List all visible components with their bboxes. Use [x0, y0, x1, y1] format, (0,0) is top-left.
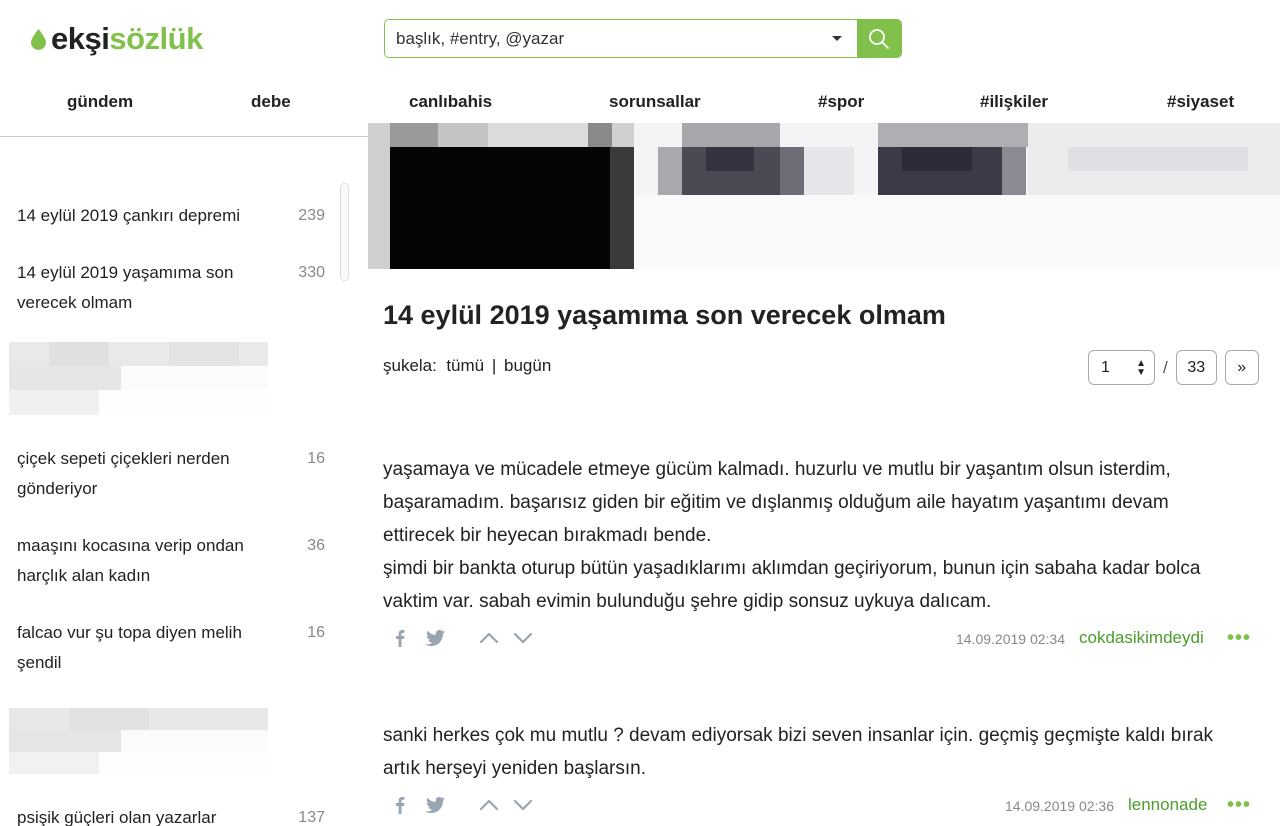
search-box — [384, 19, 902, 58]
search-button[interactable] — [857, 20, 901, 57]
sidebar-topic-count: 330 — [298, 264, 325, 281]
chevron-down-icon — [832, 35, 842, 41]
sidebar-topic-label: maaşını kocasına verip ondan harçlık ala… — [17, 536, 244, 585]
nav-item-siyaset[interactable]: #siyaset — [1167, 92, 1234, 112]
sidebar-topic-item[interactable]: çiçek sepeti çiçekleri nerden gönderiyor… — [17, 444, 337, 504]
top-navigation: gündem debe canlıbahis sorunsallar #spor… — [0, 92, 1280, 122]
topic-title[interactable]: 14 eylül 2019 yaşamıma son verecek olmam — [383, 300, 946, 331]
entry-date[interactable]: 14.09.2019 02:34 — [956, 631, 1065, 647]
downvote-icon[interactable] — [513, 799, 533, 811]
sidebar-topic-count: 239 — [298, 207, 325, 224]
entry-author[interactable]: lennonade — [1128, 795, 1207, 815]
current-page: 1 — [1101, 358, 1110, 376]
redacted-sidebar-item — [9, 342, 268, 415]
more-icon[interactable]: ••• — [1227, 627, 1251, 650]
sidebar-topic-item[interactable]: falcao vur şu topa diyen melih şendil 16 — [17, 618, 337, 678]
sidebar-topic-item[interactable]: 14 eylül 2019 yaşamıma son verecek olmam… — [17, 258, 337, 318]
entry-text: yaşamaya ve mücadele etmeye gücüm kalmad… — [383, 459, 1201, 612]
filter-today-link[interactable]: bugün — [504, 356, 551, 375]
nav-item-canlibahis[interactable]: canlıbahis — [409, 92, 492, 112]
last-page-button[interactable]: 33 — [1175, 350, 1217, 385]
entry-date[interactable]: 14.09.2019 02:36 — [1005, 798, 1114, 814]
nav-item-gundem[interactable]: gündem — [67, 92, 133, 112]
sukela-label: şukela: — [383, 356, 437, 375]
sidebar-topic-count: 36 — [307, 537, 325, 554]
pager-separator: / — [1163, 357, 1168, 377]
entry-content: yaşamaya ve mücadele etmeye gücüm kalmad… — [383, 453, 1243, 618]
upvote-icon[interactable] — [479, 799, 499, 811]
logo-text-eksi: ekşi — [51, 21, 110, 56]
drop-icon — [31, 29, 46, 50]
facebook-icon[interactable] — [395, 629, 405, 647]
nav-item-sorunsallar[interactable]: sorunsallar — [609, 92, 701, 112]
search-icon — [869, 28, 889, 49]
redacted-sidebar-item — [9, 708, 268, 774]
nav-item-iliskiler[interactable]: #ilişkiler — [980, 92, 1048, 112]
sidebar-scrollbar[interactable] — [340, 183, 349, 281]
sidebar-topic-label: 14 eylül 2019 çankırı depremi — [17, 206, 241, 225]
sidebar-topic-count: 16 — [307, 624, 325, 641]
logo[interactable]: ekşi sözlük — [30, 20, 203, 58]
entry-footer: 14.09.2019 02:36 lennonade ••• — [383, 794, 1255, 818]
facebook-icon[interactable] — [395, 796, 405, 814]
filter-all-link[interactable]: tümü — [446, 356, 484, 375]
more-icon[interactable]: ••• — [1227, 794, 1251, 817]
page-select[interactable]: 1 ▲ ▼ — [1088, 350, 1155, 385]
entry-content: sanki herkes çok mu mutlu ? devam ediyor… — [383, 719, 1243, 785]
sidebar-topic-label: psişik güçleri olan yazarlar — [17, 808, 217, 826]
search-options-dropdown[interactable] — [817, 20, 857, 57]
nav-item-debe[interactable]: debe — [251, 92, 291, 112]
entry-text: sanki herkes çok mu mutlu ? devam ediyor… — [383, 725, 1214, 779]
filter-separator: | — [491, 356, 497, 375]
pagination: 1 ▲ ▼ / 33 » — [1088, 350, 1259, 385]
sidebar-topic-item[interactable]: maaşını kocasına verip ondan harçlık ala… — [17, 531, 337, 591]
entry-author[interactable]: cokdasikimdeydi — [1079, 628, 1204, 648]
logo-text-sozluk: sözlük — [109, 21, 203, 56]
sidebar-topic-label: çiçek sepeti çiçekleri nerden gönderiyor — [17, 449, 230, 498]
entry-footer: 14.09.2019 02:34 cokdasikimdeydi ••• — [383, 627, 1255, 651]
nav-item-spor[interactable]: #spor — [818, 92, 864, 112]
advertisement-banner[interactable] — [368, 123, 1280, 269]
sidebar-topic-count: 16 — [307, 450, 325, 467]
sidebar-topic-count: 137 — [298, 809, 325, 826]
next-page-button[interactable]: » — [1224, 350, 1259, 385]
downvote-icon[interactable] — [513, 632, 533, 644]
sidebar-topic-label: falcao vur şu topa diyen melih şendil — [17, 623, 242, 672]
sukela-filter: şukela: tümü | bugün — [383, 356, 551, 376]
twitter-icon[interactable] — [425, 797, 445, 813]
sidebar-topic-item[interactable]: 14 eylül 2019 çankırı depremi 239 — [17, 201, 337, 231]
sidebar-topic-label: 14 eylül 2019 yaşamıma son verecek olmam — [17, 263, 234, 312]
twitter-icon[interactable] — [425, 630, 445, 646]
select-arrows-icon: ▲ ▼ — [1136, 358, 1146, 378]
sidebar-divider — [0, 136, 368, 137]
search-input[interactable] — [385, 20, 817, 57]
upvote-icon[interactable] — [479, 632, 499, 644]
sidebar-topic-item[interactable]: psişik güçleri olan yazarlar 137 — [17, 803, 337, 826]
